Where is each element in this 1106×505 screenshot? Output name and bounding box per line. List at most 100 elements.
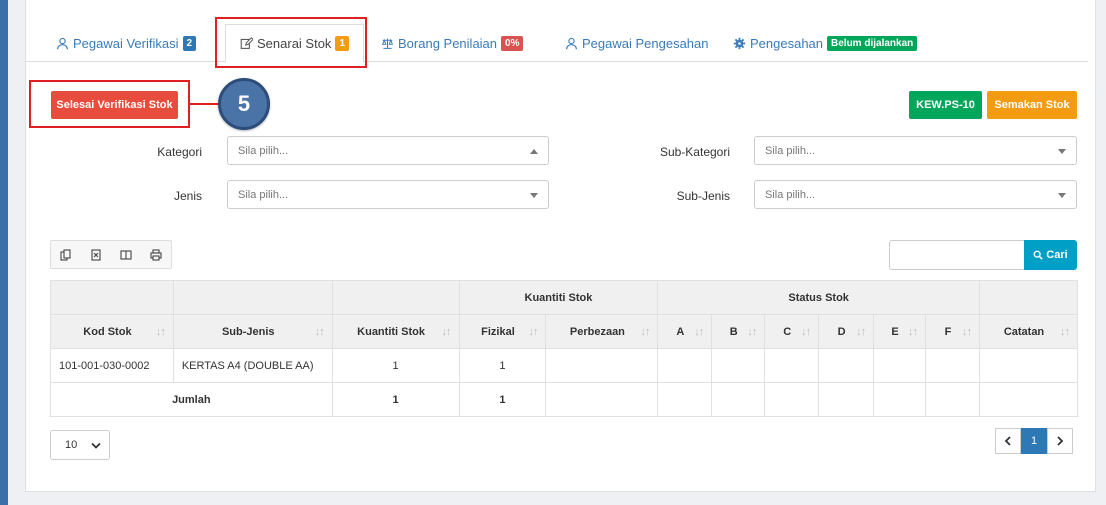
step-number-callout: 5 [218,78,270,130]
total-e [873,382,927,417]
cell-c [764,348,820,383]
chevron-right-icon [1057,436,1064,446]
pagination: 1 [995,428,1073,454]
header-blank [331,280,460,315]
cari-button[interactable]: Cari [1024,240,1077,270]
cell-catatan [978,348,1079,383]
col-header-f[interactable]: F ↓↑ [925,314,980,349]
kategori-select[interactable]: Sila pilih... [227,136,549,165]
cari-label: Cari [1046,249,1068,261]
total-b [711,382,766,417]
total-perbezaan [545,382,659,417]
columns-button[interactable] [111,241,141,268]
select-placeholder: Sila pilih... [765,188,816,201]
tab-pegawai-verifikasi[interactable]: Pegawai Verifikasi 2 [56,32,197,54]
total-c [764,382,820,417]
chevron-down-icon [91,442,101,449]
page-size-value: 10 [65,439,78,451]
sub-kategori-label: Sub-Kategori [659,145,730,159]
col-header-catatan[interactable]: Catatan ↓↑ [978,314,1079,349]
col-header-a[interactable]: A ↓↑ [657,314,713,349]
col-header-b[interactable]: B ↓↑ [711,314,766,349]
col-header-kuantiti-stok[interactable]: Kuantiti Stok ↓↑ [331,314,460,349]
balance-scale-icon [381,38,394,49]
cell-e [873,348,927,383]
export-toolbar [50,240,172,269]
page-button-current[interactable]: 1 [1021,428,1047,454]
excel-button[interactable] [81,241,111,268]
cell-f [925,348,980,383]
semakan-stok-button[interactable]: Semakan Stok [987,91,1077,119]
total-f [925,382,980,417]
col-header-d[interactable]: D ↓↑ [818,314,875,349]
percent-badge: 0% [501,35,524,51]
select-placeholder: Sila pilih... [765,144,816,157]
tab-label: Pegawai Pengesahan [582,35,709,51]
col-header-e[interactable]: E ↓↑ [873,314,927,349]
cell-b [711,348,766,383]
search-input[interactable] [889,240,1024,270]
next-page-button[interactable] [1047,428,1073,454]
col-header-fizikal[interactable]: Fizikal ↓↑ [458,314,547,349]
col-header-kod-stok[interactable]: Kod Stok ↓↑ [50,314,174,349]
header-blank [978,280,1079,315]
cell-sub-jenis: KERTAS A4 (DOUBLE AA) [172,348,333,383]
cell-kuantiti-stok: 1 [331,348,460,383]
caret-up-icon [530,149,538,154]
sub-jenis-select[interactable]: Sila pilih... [754,180,1077,209]
cell-d [818,348,875,383]
cell-kod-stok: 101-001-030-0002 [50,348,174,383]
search-icon [1033,250,1043,260]
col-header-c[interactable]: C ↓↑ [764,314,820,349]
total-d [818,382,875,417]
select-placeholder: Sila pilih... [238,144,289,157]
header-group-kuantiti: Kuantiti Stok [458,280,659,315]
kategori-label: Kategori [157,145,202,159]
caret-down-icon [1058,149,1066,154]
tab-label: Borang Penilaian [398,35,498,51]
total-label: Jumlah [50,382,333,417]
user-icon [566,37,577,49]
total-catatan [978,382,1079,417]
jenis-label: Jenis [173,189,202,203]
col-header-perbezaan[interactable]: Perbezaan ↓↑ [545,314,659,349]
cell-perbezaan [545,348,659,383]
gear-icon [733,37,746,49]
copy-button[interactable] [51,241,81,268]
total-kuantiti-stok: 1 [331,382,460,417]
left-edge-bar [0,0,8,505]
highlight-box-tab [215,17,367,68]
count-badge: 2 [182,35,197,51]
status-badge: Belum dijalankan [827,35,918,51]
caret-down-icon [530,193,538,198]
tab-pengesahan[interactable]: Pengesahan Belum dijalankan [733,32,918,54]
tab-label: Pengesahan [750,35,824,51]
header-blank [172,280,333,315]
previous-page-button[interactable] [995,428,1021,454]
copy-icon [60,248,71,261]
select-placeholder: Sila pilih... [238,188,289,201]
total-row: Jumlah 1 1 [50,382,1079,417]
callout-connector [188,103,220,105]
header-group-status: Status Stok [657,280,980,315]
kew-ps-10-button[interactable]: KEW.PS-10 [909,91,982,119]
total-a [657,382,713,417]
table-row: 101-001-030-0002 KERTAS A4 (DOUBLE AA) 1… [50,348,1079,383]
chevron-left-icon [1004,436,1011,446]
page-size-select[interactable]: 10 [50,430,110,460]
header-blank [50,280,174,315]
print-button[interactable] [141,241,171,268]
sub-kategori-select[interactable]: Sila pilih... [754,136,1077,165]
col-header-sub-jenis[interactable]: Sub-Jenis ↓↑ [172,314,333,349]
sub-jenis-label: Sub-Jenis [676,189,730,203]
stock-table: Kuantiti Stok Status Stok Kod Stok ↓↑ Sub… [50,280,1079,417]
tab-pegawai-pengesahan[interactable]: Pegawai Pengesahan [565,32,709,54]
total-fizikal: 1 [458,382,547,417]
cell-a [657,348,713,383]
caret-down-icon [1058,193,1066,198]
tab-label: Pegawai Verifikasi [73,35,179,51]
jenis-select[interactable]: Sila pilih... [227,180,549,209]
highlight-box-button [29,80,190,128]
excel-icon [91,248,101,261]
tab-borang-penilaian[interactable]: Borang Penilaian 0% [381,32,524,54]
